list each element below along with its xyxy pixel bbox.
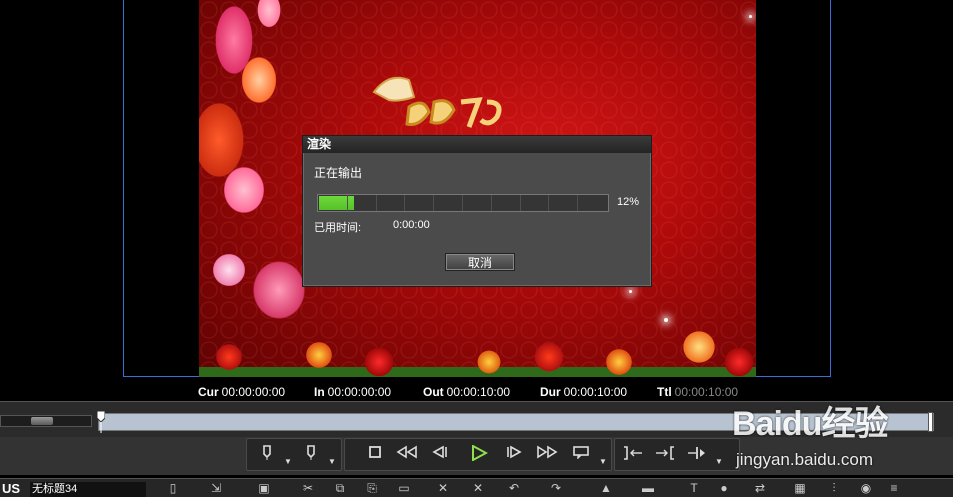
elapsed-time-label: 已用时间:: [314, 222, 362, 234]
menu-icon[interactable]: ≡: [886, 481, 902, 495]
dialog-title: 渲染: [303, 136, 651, 153]
mark-out-dropdown-icon[interactable]: ▼: [328, 457, 336, 466]
progress-segment-divider: [347, 195, 348, 211]
delete-icon[interactable]: ✕: [435, 481, 451, 495]
undo-icon[interactable]: ↶: [506, 481, 522, 495]
sparkle: [629, 290, 632, 293]
copy-icon[interactable]: ⧉: [332, 481, 348, 495]
import-icon[interactable]: ⇲: [208, 481, 224, 495]
progress-segment-divider: [433, 195, 434, 211]
bookmark-icon[interactable]: ▬: [640, 481, 656, 495]
dog-year-logo: [372, 76, 502, 128]
ripple-delete-icon[interactable]: ✕: [470, 481, 486, 495]
elapsed-time-value: 0:00:00: [393, 219, 430, 231]
loop-icon[interactable]: [569, 445, 593, 465]
progress-segment-divider: [520, 195, 521, 211]
clipboard-icon[interactable]: ▭: [396, 481, 412, 495]
split-icon[interactable]: [685, 445, 709, 465]
microphone-icon[interactable]: ●: [716, 481, 732, 495]
mark-in-dropdown-icon[interactable]: ▼: [284, 457, 292, 466]
go-to-out-icon[interactable]: [653, 445, 677, 465]
fast-forward-icon[interactable]: [535, 445, 559, 465]
progress-segment-divider: [462, 195, 463, 211]
save-icon[interactable]: ▣: [256, 481, 272, 495]
progress-segment-divider: [548, 195, 549, 211]
project-bar: US 无标题34 ▯ ⇲ ▣ ✂ ⧉ ⎘ ▭ ✕ ✕ ↶ ↷ ▲ ▬ T ● ⇄…: [0, 478, 953, 497]
progress-bar: [317, 194, 609, 212]
sparkle: [664, 318, 668, 322]
go-to-in-icon[interactable]: [621, 445, 645, 465]
transition-icon[interactable]: ⇄: [752, 481, 768, 495]
play-icon[interactable]: [467, 445, 491, 465]
title-icon[interactable]: T: [686, 481, 702, 495]
marker-icon[interactable]: ▲: [598, 481, 614, 495]
new-icon[interactable]: ▯: [165, 481, 181, 495]
progress-segment-divider: [376, 195, 377, 211]
mixer-icon[interactable]: ⫶: [826, 481, 842, 495]
paste-icon[interactable]: ⎘: [364, 481, 380, 495]
timecode-ttl: Ttl 00:00:10:00: [657, 385, 739, 399]
progress-segment-divider: [577, 195, 578, 211]
timecode-in: In 00:00:00:00: [314, 385, 392, 399]
redo-icon[interactable]: ↷: [548, 481, 564, 495]
render-dialog: 渲染 正在输出 12% 已用时间: 0:00:00 取消: [302, 135, 652, 287]
progress-segment-divider: [491, 195, 492, 211]
progress-percent: 12%: [617, 196, 640, 208]
flower-decoration-bottom: [199, 317, 756, 377]
progress-fill: [319, 196, 354, 210]
cut-icon[interactable]: ✂: [300, 481, 316, 495]
app-label: US: [2, 481, 21, 496]
timecode-cur: Cur 00:00:00:00: [198, 385, 286, 399]
edit-point-group: ▼: [614, 438, 740, 471]
split-dropdown-icon[interactable]: ▼: [715, 457, 723, 466]
playback-group: ▼: [344, 438, 612, 471]
progress-segment-divider: [404, 195, 405, 211]
stop-icon[interactable]: [363, 445, 387, 465]
mark-group: ▼ ▼: [246, 438, 342, 471]
sparkle: [749, 15, 752, 18]
storyboard-icon[interactable]: ▦: [792, 481, 808, 495]
project-name-field[interactable]: 无标题34: [30, 482, 146, 497]
render-status: 正在输出: [314, 166, 363, 180]
rewind-icon[interactable]: [395, 445, 419, 465]
step-forward-icon[interactable]: [503, 445, 527, 465]
mark-in-icon[interactable]: [255, 445, 279, 465]
watermark-url: jingyan.baidu.com: [736, 450, 874, 469]
loop-dropdown-icon[interactable]: ▼: [599, 457, 607, 466]
timecode-dur: Dur 00:00:10:00: [540, 385, 628, 399]
watermark: Baidu经验 jingyan.baidu.com: [732, 396, 952, 476]
timecode-out: Out 00:00:10:00: [423, 385, 511, 399]
color-icon[interactable]: ◉: [858, 481, 874, 495]
mark-out-icon[interactable]: [299, 445, 323, 465]
step-back-icon[interactable]: [427, 445, 451, 465]
playhead-icon[interactable]: [97, 411, 105, 433]
cancel-button[interactable]: 取消: [445, 253, 515, 271]
zoom-slider-thumb[interactable]: [31, 417, 53, 425]
zoom-slider[interactable]: [0, 415, 92, 427]
watermark-logo: Baidu经验: [732, 405, 888, 443]
